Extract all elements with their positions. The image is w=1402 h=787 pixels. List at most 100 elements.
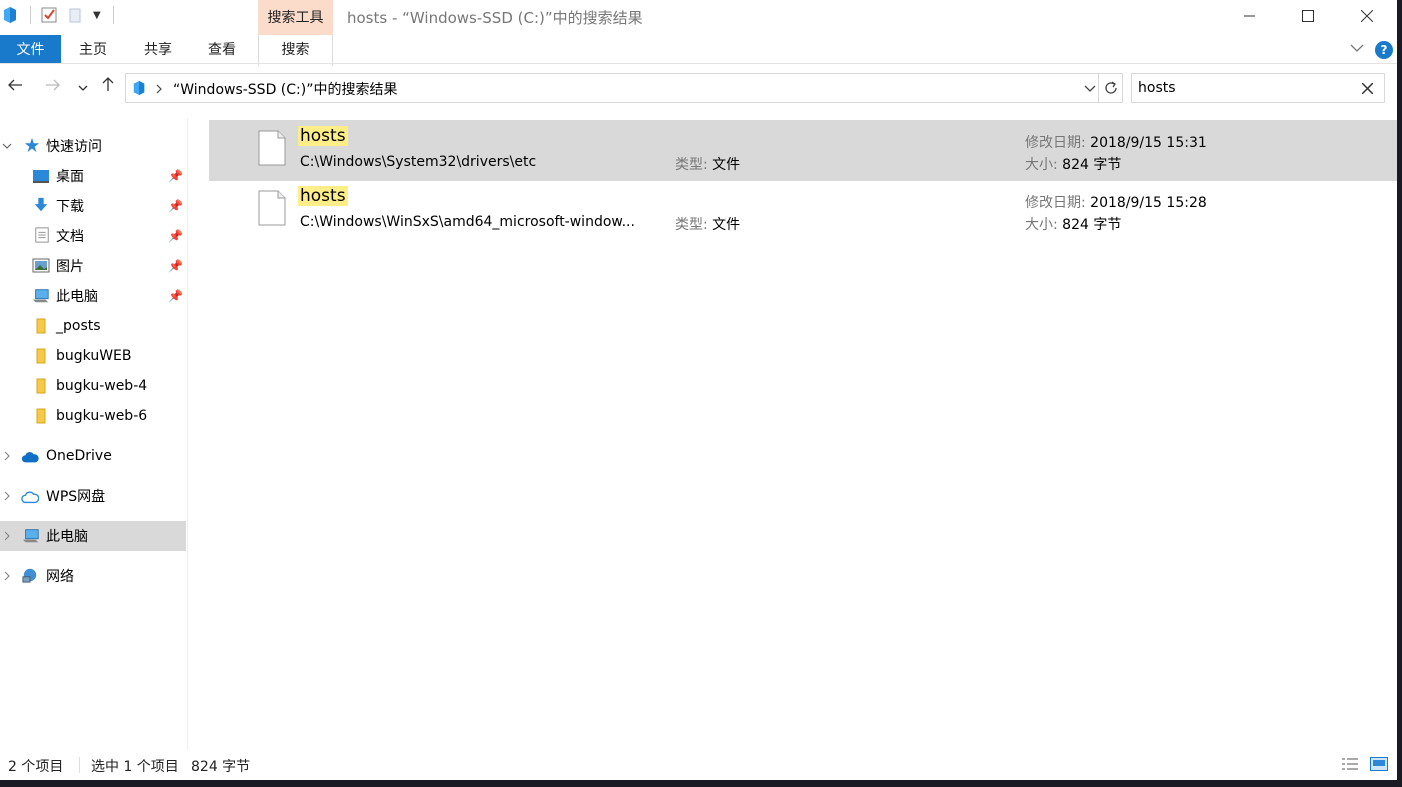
sidebar-item-pictures[interactable]: 图片 📌: [0, 251, 186, 281]
explorer-app-icon[interactable]: [2, 6, 18, 24]
result-row[interactable]: hosts C:\Windows\System32\drivers\etc 类型…: [209, 120, 1397, 181]
sidebar-item-label: WPS网盘: [46, 489, 106, 505]
sidebar-item-folder[interactable]: bugku-web-4: [0, 371, 186, 401]
sidebar-item-folder[interactable]: _posts: [0, 311, 186, 341]
tab-file[interactable]: 文件: [0, 35, 61, 63]
sidebar-item-this-pc[interactable]: 此电脑: [0, 521, 186, 551]
expand-ribbon-icon[interactable]: [1350, 42, 1364, 56]
arrow-right-icon: [46, 79, 60, 91]
desktop-icon: [33, 170, 49, 183]
pin-icon[interactable]: 📌: [168, 199, 183, 213]
maximize-icon: [1302, 10, 1314, 22]
pin-icon[interactable]: 📌: [168, 259, 183, 273]
toolbar-separator: [30, 6, 31, 24]
address-dropdown-icon[interactable]: [1084, 85, 1096, 93]
result-name[interactable]: hosts: [298, 186, 348, 206]
tab-home[interactable]: 主页: [68, 35, 118, 63]
maximize-button[interactable]: [1278, 0, 1338, 32]
chevron-right-icon[interactable]: [2, 571, 12, 581]
ribbon-divider: [0, 63, 1397, 64]
search-input[interactable]: [1138, 78, 1348, 98]
sidebar-item-label: 图片: [56, 259, 84, 275]
details-view-icon[interactable]: [1341, 757, 1359, 771]
up-button[interactable]: [97, 75, 119, 99]
sidebar-item-label: 文档: [56, 229, 84, 245]
sidebar-item-folder[interactable]: bugku-web-6: [0, 401, 186, 431]
close-button[interactable]: [1337, 0, 1397, 32]
type-value: 文件: [712, 217, 741, 233]
size-value: 824 字节: [1062, 157, 1122, 173]
tab-search[interactable]: 搜索: [258, 35, 333, 66]
status-bar: 2 个项目 选中 1 个项目 824 字节: [0, 750, 1397, 780]
refresh-icon[interactable]: [1103, 80, 1119, 96]
properties-icon[interactable]: [41, 7, 57, 23]
sidebar-item-downloads[interactable]: 下载 📌: [0, 191, 186, 221]
folder-icon: [36, 318, 46, 334]
file-icon: [258, 130, 286, 166]
status-divider: [79, 757, 80, 773]
chevron-down-icon: [1350, 44, 1364, 52]
item-count: 2 个项目: [8, 759, 64, 775]
document-icon: [35, 227, 49, 243]
navigation-bar: “Windows-SSD (C:)”中的搜索结果: [0, 70, 1397, 106]
sidebar-item-label: bugku-web-6: [56, 408, 148, 424]
chevron-right-icon[interactable]: [2, 451, 12, 461]
type-value: 文件: [712, 157, 741, 173]
tab-view[interactable]: 查看: [197, 35, 247, 63]
sidebar-item-network[interactable]: 网络: [0, 561, 186, 591]
result-row[interactable]: hosts C:\Windows\WinSxS\amd64_microsoft-…: [209, 180, 1397, 241]
navigation-pane: 快速访问 桌面 📌 下载 📌 文档 📌 图片 📌 此电脑 📌 _posts bu…: [0, 118, 188, 750]
picture-icon: [32, 258, 50, 273]
sidebar-item-label: 下载: [56, 199, 84, 215]
chevron-right-icon[interactable]: [2, 491, 12, 501]
wps-cloud-icon: [21, 491, 39, 504]
title-bar: ▼ 搜索工具 hosts - “Windows-SSD (C:)”中的搜索结果: [0, 0, 1397, 35]
large-icons-view-icon[interactable]: [1370, 757, 1388, 771]
sidebar-item-onedrive[interactable]: OneDrive: [0, 441, 186, 471]
minimize-button[interactable]: [1220, 0, 1280, 32]
sidebar-item-folder[interactable]: bugkuWEB: [0, 341, 186, 371]
search-box[interactable]: [1131, 73, 1385, 103]
address-bar[interactable]: “Windows-SSD (C:)”中的搜索结果: [125, 73, 1123, 103]
sidebar-item-label: _posts: [56, 318, 101, 334]
size-label: 大小:: [1025, 157, 1058, 173]
chevron-expanded-icon[interactable]: [2, 141, 12, 151]
clear-search-icon[interactable]: [1362, 83, 1373, 94]
arrow-up-icon: [102, 77, 114, 91]
download-icon: [34, 197, 48, 212]
sidebar-item-quick-access[interactable]: 快速访问: [0, 131, 186, 161]
new-folder-icon[interactable]: [67, 7, 83, 23]
selection-count: 选中 1 个项目: [91, 759, 179, 775]
sidebar-item-label: 此电脑: [56, 289, 98, 305]
toolbar-separator: [112, 6, 114, 24]
recent-locations-button[interactable]: [72, 75, 94, 99]
pin-icon[interactable]: 📌: [168, 229, 183, 243]
sidebar-item-this-pc-pinned[interactable]: 此电脑 📌: [0, 281, 186, 311]
size-value: 824 字节: [1062, 217, 1122, 233]
selection-size: 824 字节: [191, 759, 251, 775]
sidebar-item-label: 桌面: [56, 169, 84, 185]
chevron-down-icon: [78, 85, 88, 91]
sidebar-item-wps-cloud[interactable]: WPS网盘: [0, 481, 186, 511]
pin-icon[interactable]: 📌: [168, 169, 183, 183]
sidebar-item-label: 快速访问: [46, 139, 102, 155]
help-button[interactable]: ?: [1375, 41, 1393, 59]
result-name[interactable]: hosts: [298, 126, 348, 146]
chevron-right-icon[interactable]: [2, 531, 12, 541]
folder-icon: [36, 378, 46, 394]
ribbon-tabs: 文件 主页 共享 查看 搜索: [0, 35, 1397, 66]
date-label: 修改日期:: [1025, 135, 1086, 151]
customize-toolbar-icon[interactable]: ▼: [93, 10, 101, 21]
type-label: 类型:: [675, 217, 708, 233]
computer-icon: [32, 289, 49, 303]
address-path: “Windows-SSD (C:)”中的搜索结果: [173, 82, 398, 98]
star-icon: [24, 137, 40, 153]
pin-icon[interactable]: 📌: [168, 289, 183, 303]
chevron-right-icon[interactable]: [156, 84, 163, 94]
back-button[interactable]: [4, 75, 26, 99]
sidebar-item-desktop[interactable]: 桌面 📌: [0, 161, 186, 191]
sidebar-item-documents[interactable]: 文档 📌: [0, 221, 186, 251]
forward-button[interactable]: [42, 75, 64, 99]
search-location-icon: [133, 81, 145, 95]
tab-share[interactable]: 共享: [133, 35, 183, 63]
